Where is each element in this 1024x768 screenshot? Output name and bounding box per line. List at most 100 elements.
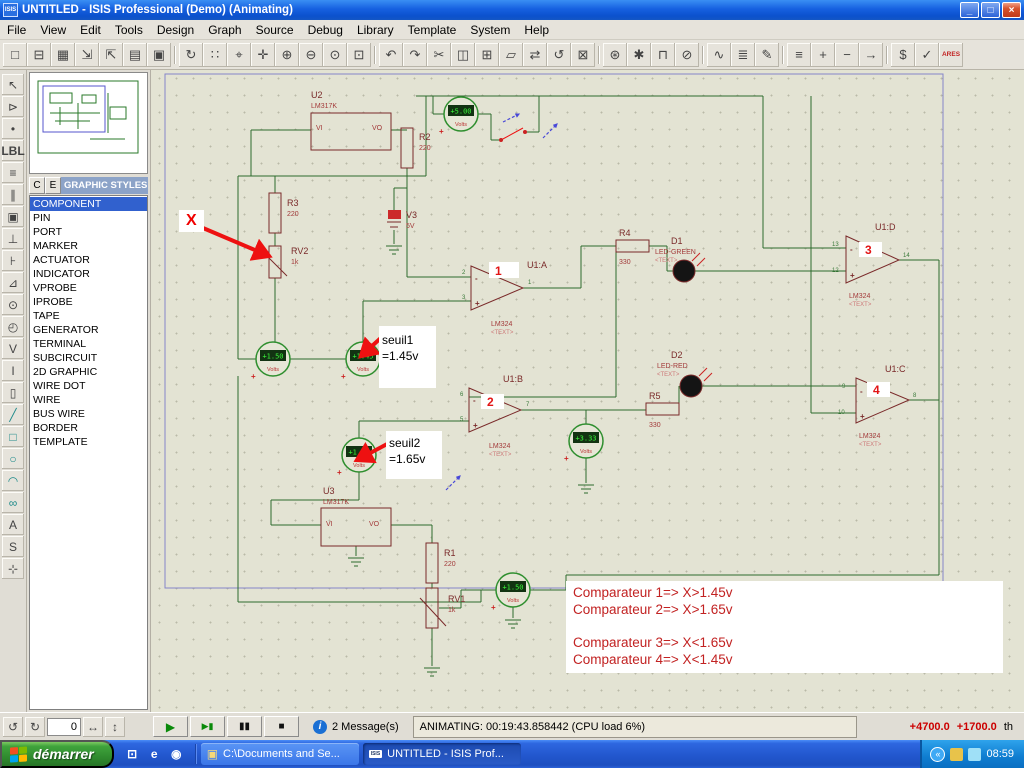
search-and-tag-button[interactable]: ≣ <box>731 42 755 67</box>
terminal-mode-button[interactable]: ⊥ <box>2 228 24 249</box>
selector-item-component[interactable]: COMPONENT <box>30 197 147 211</box>
mark-output-area-button[interactable]: ▣ <box>147 42 171 67</box>
zoom-area-button[interactable]: ⊡ <box>347 42 371 67</box>
bill-of-materials-button[interactable]: $ <box>891 42 915 67</box>
resistor-r3[interactable]: R3 220 <box>268 192 299 234</box>
remove-sheet-button[interactable]: − <box>835 42 859 67</box>
2d-text-button[interactable]: A <box>2 514 24 535</box>
wire-label-button[interactable]: LBL <box>1 140 25 161</box>
paste-button[interactable]: ⊞ <box>475 42 499 67</box>
battery-v3[interactable]: V3 5V <box>387 210 417 230</box>
selector-item-subcircuit[interactable]: SUBCIRCUIT <box>30 351 147 365</box>
maximize-button[interactable]: □ <box>981 2 1000 18</box>
selector-item-generator[interactable]: GENERATOR <box>30 323 147 337</box>
seuil2-annotation[interactable]: seuil2 =1.65v <box>386 431 442 479</box>
pick-c-button[interactable]: C <box>29 177 45 194</box>
message-panel[interactable]: i 2 Message(s) <box>303 719 409 734</box>
voltmeter-seuil1[interactable]: +1.45 Volts + <box>341 341 381 381</box>
text-script-button[interactable]: ≡ <box>2 162 24 183</box>
netlist-to-ares-button[interactable]: ARES <box>939 42 963 67</box>
selector-item-bus-wire[interactable]: BUS WIRE <box>30 407 147 421</box>
rotation-angle-field[interactable] <box>47 717 81 736</box>
virtual-instruments-button[interactable]: ▯ <box>2 382 24 403</box>
internet-explorer-icon[interactable]: e <box>145 745 164 764</box>
switch[interactable] <box>499 113 527 142</box>
2d-arc-button[interactable]: ◠ <box>2 470 24 491</box>
packaging-tool-button[interactable]: ⊓ <box>651 42 675 67</box>
title-bar[interactable]: ISIS UNTITLED - ISIS Professional (Demo)… <box>0 0 1024 20</box>
minimize-button[interactable]: _ <box>960 2 979 18</box>
voltmeter-out[interactable]: +3.33 Volts + <box>564 423 604 463</box>
menu-item[interactable]: Design <box>150 21 201 39</box>
potentiometer-rv2[interactable]: RV2 1k <box>260 245 308 279</box>
selector-item-2d-graphic[interactable]: 2D GRAPHIC <box>30 365 147 379</box>
undo-button[interactable]: ↶ <box>379 42 403 67</box>
voltmeter-seuil2[interactable]: +1.65 Volts + <box>337 437 377 477</box>
2d-path-button[interactable]: ∞ <box>2 492 24 513</box>
x-annotation[interactable]: X <box>179 210 204 232</box>
redraw-button[interactable]: ↻ <box>179 42 203 67</box>
graph-mode-button[interactable]: ⊿ <box>2 272 24 293</box>
generator-mode-button[interactable]: ◴ <box>2 316 24 337</box>
opamp-u1a[interactable]: - + 2 3 1 U1:A LM324 <TEXT> 1 <box>462 260 547 336</box>
step-button[interactable]: ▶▮ <box>190 716 225 737</box>
center-at-cursor-button[interactable]: ✛ <box>251 42 275 67</box>
resistor-r4[interactable]: R4 330 <box>615 228 650 266</box>
task-button-isis[interactable]: ISIS UNTITLED - ISIS Prof... <box>362 743 521 765</box>
led-d1[interactable]: D1 LED-GREEN <TEXT> <box>655 236 706 283</box>
tray-icon[interactable] <box>968 747 982 761</box>
pick-device-button[interactable]: ⊛ <box>603 42 627 67</box>
bus-mode-button[interactable]: ∥ <box>2 184 24 205</box>
open-design-button[interactable]: ⊟ <box>27 42 51 67</box>
menu-item[interactable]: File <box>0 21 33 39</box>
selector-item-port[interactable]: PORT <box>30 225 147 239</box>
block-delete-button[interactable]: ⊠ <box>571 42 595 67</box>
selector-item-actuator[interactable]: ACTUATOR <box>30 253 147 267</box>
design-explorer-button[interactable]: ≡ <box>787 42 811 67</box>
copy-button[interactable]: ◫ <box>451 42 475 67</box>
marker-mode-button[interactable]: ⊹ <box>2 558 24 579</box>
goto-sheet-button[interactable]: → <box>859 42 883 67</box>
current-probe-button[interactable]: I <box>2 360 24 381</box>
comparator-notes[interactable]: Comparateur 1=> X>1.45v Comparateur 2=> … <box>566 581 1003 673</box>
rotate-ccw-button[interactable]: ↺ <box>3 716 23 737</box>
2d-circle-button[interactable]: ○ <box>2 448 24 469</box>
menu-item[interactable]: Template <box>401 21 464 39</box>
property-assignment-button[interactable]: ✎ <box>755 42 779 67</box>
task-button-explorer[interactable]: ▣ C:\Documents and Se... <box>200 743 359 765</box>
menu-item[interactable]: Edit <box>73 21 108 39</box>
toggle-grid-button[interactable]: ∷ <box>203 42 227 67</box>
selector-item-border[interactable]: BORDER <box>30 421 147 435</box>
new-sheet-button[interactable]: + <box>811 42 835 67</box>
block-move-button[interactable]: ⇄ <box>523 42 547 67</box>
save-design-button[interactable]: ▦ <box>51 42 75 67</box>
menu-item[interactable]: Tools <box>108 21 150 39</box>
zoom-all-button[interactable]: ⊙ <box>323 42 347 67</box>
subcircuit-button[interactable]: ▣ <box>2 206 24 227</box>
menu-item[interactable]: Debug <box>301 21 350 39</box>
mirror-vertical-button[interactable]: ↕ <box>105 716 125 737</box>
make-device-button[interactable]: ✱ <box>627 42 651 67</box>
led-d2[interactable]: D2 LED-RED <TEXT> <box>657 350 713 398</box>
rotate-cw-button[interactable]: ↻ <box>25 716 45 737</box>
device-pin-button[interactable]: ⊦ <box>2 250 24 271</box>
menu-item[interactable]: View <box>33 21 73 39</box>
opamp-u1c[interactable]: - + 9 10 8 U1:C LM324 <TEXT> 4 <box>838 364 917 448</box>
pick-e-button[interactable]: E <box>45 177 61 194</box>
schematic-editor[interactable]: U2 LM317K VI VO U3 LM317K VI VO R2 220 R… <box>151 70 1024 712</box>
selection-pointer-button[interactable]: ↖ <box>2 74 24 95</box>
electrical-rules-check-button[interactable]: ✓ <box>915 42 939 67</box>
tray-icon[interactable] <box>950 747 964 761</box>
menu-item[interactable]: Source <box>249 21 301 39</box>
menu-item[interactable]: Library <box>350 21 401 39</box>
selector-item-pin[interactable]: PIN <box>30 211 147 225</box>
seuil1-annotation[interactable]: seuil1 =1.45v <box>379 326 436 388</box>
junction-dot-button[interactable]: • <box>2 118 24 139</box>
selector-item-indicator[interactable]: INDICATOR <box>30 267 147 281</box>
2d-symbol-button[interactable]: S <box>2 536 24 557</box>
tray-chevron-icon[interactable]: « <box>930 746 946 762</box>
print-button[interactable]: ▤ <box>123 42 147 67</box>
opamp-u1b[interactable]: - + 6 5 7 U1:B LM324 <TEXT> 2 <box>460 374 530 458</box>
2d-line-button[interactable]: ╱ <box>2 404 24 425</box>
selector-item-vprobe[interactable]: VPROBE <box>30 281 147 295</box>
